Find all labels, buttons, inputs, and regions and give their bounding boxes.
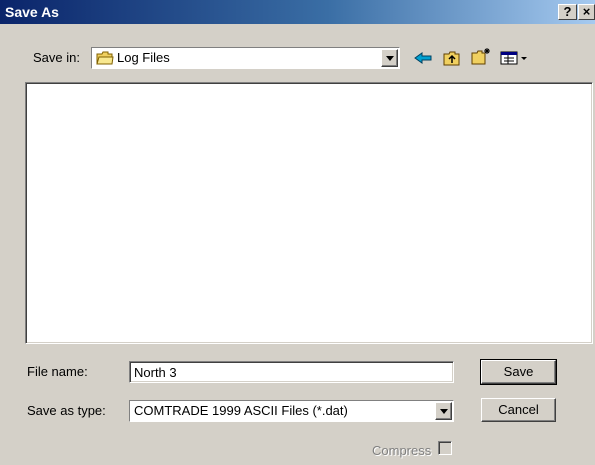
save-in-dropdown-arrow[interactable] bbox=[381, 49, 398, 67]
save-as-type-label: Save as type: bbox=[27, 403, 106, 418]
file-list[interactable] bbox=[25, 82, 593, 344]
save-button[interactable]: Save bbox=[480, 359, 557, 385]
file-name-label: File name: bbox=[27, 364, 88, 379]
title-bar[interactable]: Save As ? × bbox=[0, 0, 595, 24]
save-in-dropdown[interactable]: Log Files bbox=[91, 47, 400, 69]
save-as-type-dropdown[interactable]: COMTRADE 1999 ASCII Files (*.dat) bbox=[129, 400, 454, 422]
help-button[interactable]: ? bbox=[558, 4, 577, 20]
file-name-value: North 3 bbox=[134, 365, 177, 380]
compress-label: Compress bbox=[372, 443, 432, 458]
cancel-button[interactable]: Cancel bbox=[481, 398, 556, 422]
save-in-value: Log Files bbox=[117, 50, 170, 65]
view-menu-icon[interactable] bbox=[499, 48, 531, 68]
folder-icon bbox=[96, 51, 114, 68]
save-as-type-dropdown-arrow[interactable] bbox=[435, 402, 452, 420]
back-icon[interactable] bbox=[412, 48, 434, 68]
file-name-field[interactable]: North 3 bbox=[129, 361, 454, 383]
window-title: Save As bbox=[5, 4, 59, 20]
save-as-type-value: COMTRADE 1999 ASCII Files (*.dat) bbox=[134, 403, 348, 418]
up-folder-icon[interactable] bbox=[441, 48, 463, 68]
save-in-label: Save in: bbox=[33, 50, 80, 65]
new-folder-icon[interactable] bbox=[470, 46, 492, 66]
close-button[interactable]: × bbox=[578, 4, 595, 20]
compress-checkbox[interactable] bbox=[438, 441, 452, 455]
